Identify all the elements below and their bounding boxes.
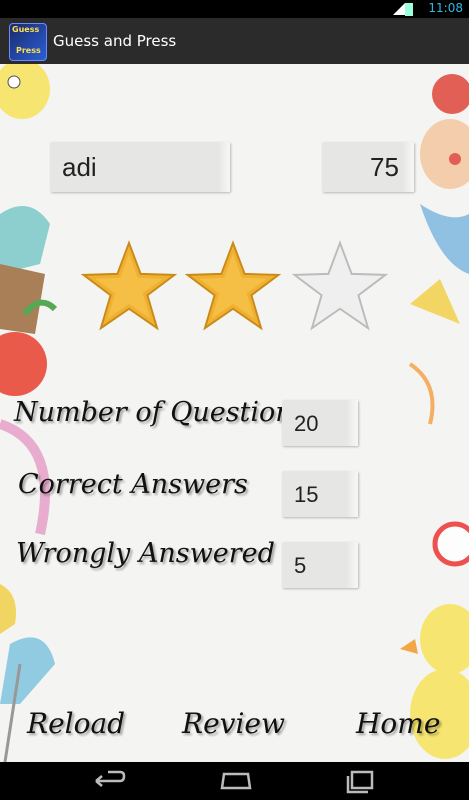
stat-value-correct: 15	[294, 482, 319, 507]
reload-button[interactable]: Reload	[27, 707, 125, 740]
result-screen: adi 75 Number of Questions 20 Correct An…	[0, 64, 469, 762]
player-name: adi	[62, 152, 97, 182]
status-bar: 11:08	[0, 0, 469, 18]
stat-label-correct: Correct Answers	[18, 469, 248, 500]
app-icon-text-bottom: Press	[16, 46, 41, 55]
star-filled-icon	[80, 240, 178, 331]
app-title: Guess and Press	[53, 32, 177, 50]
review-button[interactable]: Review	[182, 707, 285, 740]
battery-icon	[405, 3, 413, 16]
app-icon[interactable]: Guess Press	[9, 23, 47, 61]
home-button[interactable]: Home	[356, 707, 440, 740]
stat-value-questions: 20	[294, 411, 319, 436]
stat-label-wrong: Wrongly Answered	[16, 538, 275, 569]
stat-value-box: 5	[282, 542, 358, 588]
stat-value-box: 15	[282, 471, 358, 517]
stat-value-box: 20	[282, 400, 358, 446]
navigation-bar	[0, 762, 469, 800]
back-icon[interactable]	[88, 768, 128, 794]
home-icon[interactable]	[216, 768, 256, 794]
star-empty-icon	[291, 240, 389, 331]
stat-value-wrong: 5	[294, 553, 307, 578]
star-filled-icon	[184, 240, 282, 331]
player-name-box: adi	[50, 142, 230, 192]
recent-apps-icon[interactable]	[340, 768, 380, 794]
clock: 11:08	[428, 1, 463, 15]
signal-icon	[393, 3, 405, 15]
score-box: 75	[322, 142, 414, 192]
app-icon-text-top: Guess	[12, 25, 40, 34]
stat-label-questions: Number of Questions	[14, 397, 307, 428]
action-bar: Guess Press Guess and Press	[0, 18, 469, 66]
score-value: 75	[370, 152, 399, 182]
